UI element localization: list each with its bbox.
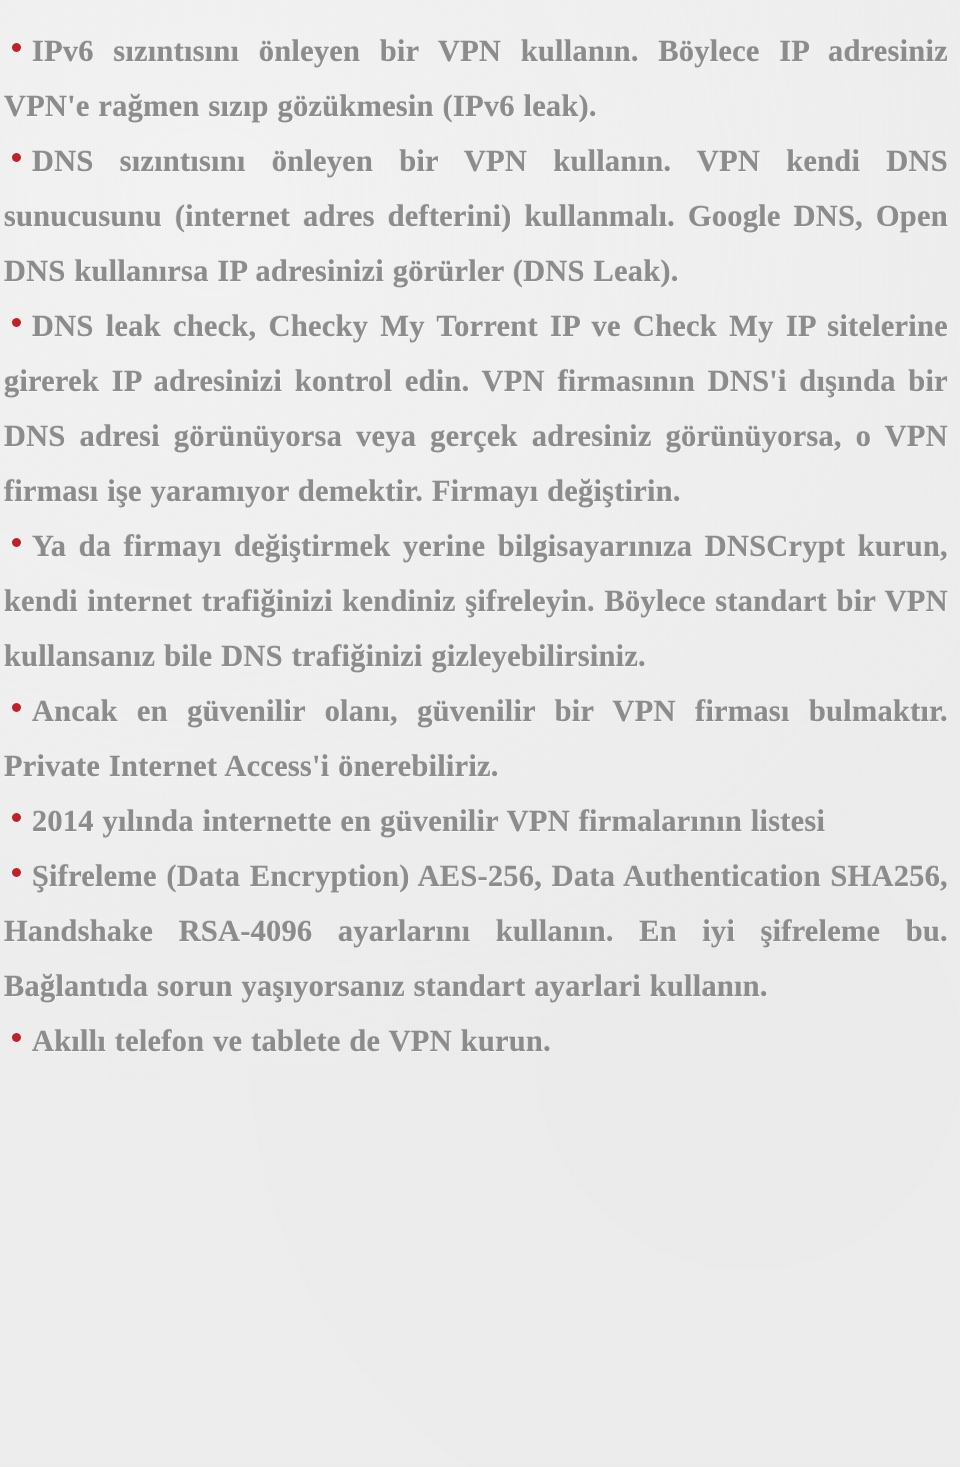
bullet-dot-icon	[12, 153, 21, 163]
list-item: DNS sızıntısını önleyen bir VPN kullanın…	[4, 134, 948, 299]
bullet-text: Akıllı telefon ve tablete de VPN kurun.	[32, 1024, 552, 1058]
bullet-dot-icon	[12, 813, 21, 823]
list-item: IPv6 sızıntısını önleyen bir VPN kullanı…	[4, 24, 948, 134]
bullet-dot-icon	[12, 1033, 21, 1043]
list-item: 2014 yılında internette en güvenilir VPN…	[4, 794, 948, 849]
bullet-dot-icon	[12, 43, 21, 53]
bullet-dot-icon	[12, 318, 21, 328]
bullet-paragraph: Ancak en güvenilir olanı, güvenilir bir …	[4, 684, 948, 794]
list-item: Şifreleme (Data Encryption) AES-256, Dat…	[4, 849, 948, 1014]
list-item: Ancak en güvenilir olanı, güvenilir bir …	[4, 684, 948, 794]
bullet-paragraph: DNS leak check, Checky My Torrent IP ve …	[4, 299, 948, 519]
bullet-dot-icon	[12, 703, 21, 713]
bullet-dot-icon	[12, 868, 21, 878]
list-item: Akıllı telefon ve tablete de VPN kurun.	[4, 1014, 948, 1069]
bullet-text: Şifreleme (Data Encryption) AES-256, Dat…	[4, 859, 948, 1003]
bullet-dot-icon	[12, 538, 21, 548]
bullet-text: Ancak en güvenilir olanı, güvenilir bir …	[4, 694, 948, 783]
bullet-paragraph: Ya da firmayı değiştirmek yerine bilgisa…	[4, 519, 948, 684]
document-body: IPv6 sızıntısını önleyen bir VPN kullanı…	[0, 0, 960, 1069]
bullet-paragraph: Akıllı telefon ve tablete de VPN kurun.	[4, 1014, 948, 1069]
list-item: DNS leak check, Checky My Torrent IP ve …	[4, 299, 948, 519]
bullet-text: Ya da firmayı değiştirmek yerine bilgisa…	[4, 529, 948, 673]
bullet-paragraph: Şifreleme (Data Encryption) AES-256, Dat…	[4, 849, 948, 1014]
bullet-text: DNS leak check, Checky My Torrent IP ve …	[4, 309, 948, 508]
bullet-text: IPv6 sızıntısını önleyen bir VPN kullanı…	[4, 34, 948, 123]
bullet-text: DNS sızıntısını önleyen bir VPN kullanın…	[4, 144, 948, 288]
bullet-paragraph: DNS sızıntısını önleyen bir VPN kullanın…	[4, 134, 948, 299]
list-item: Ya da firmayı değiştirmek yerine bilgisa…	[4, 519, 948, 684]
bullet-text: 2014 yılında internette en güvenilir VPN…	[32, 804, 826, 838]
bullet-paragraph: 2014 yılında internette en güvenilir VPN…	[4, 794, 948, 849]
bullet-paragraph: IPv6 sızıntısını önleyen bir VPN kullanı…	[4, 24, 948, 134]
